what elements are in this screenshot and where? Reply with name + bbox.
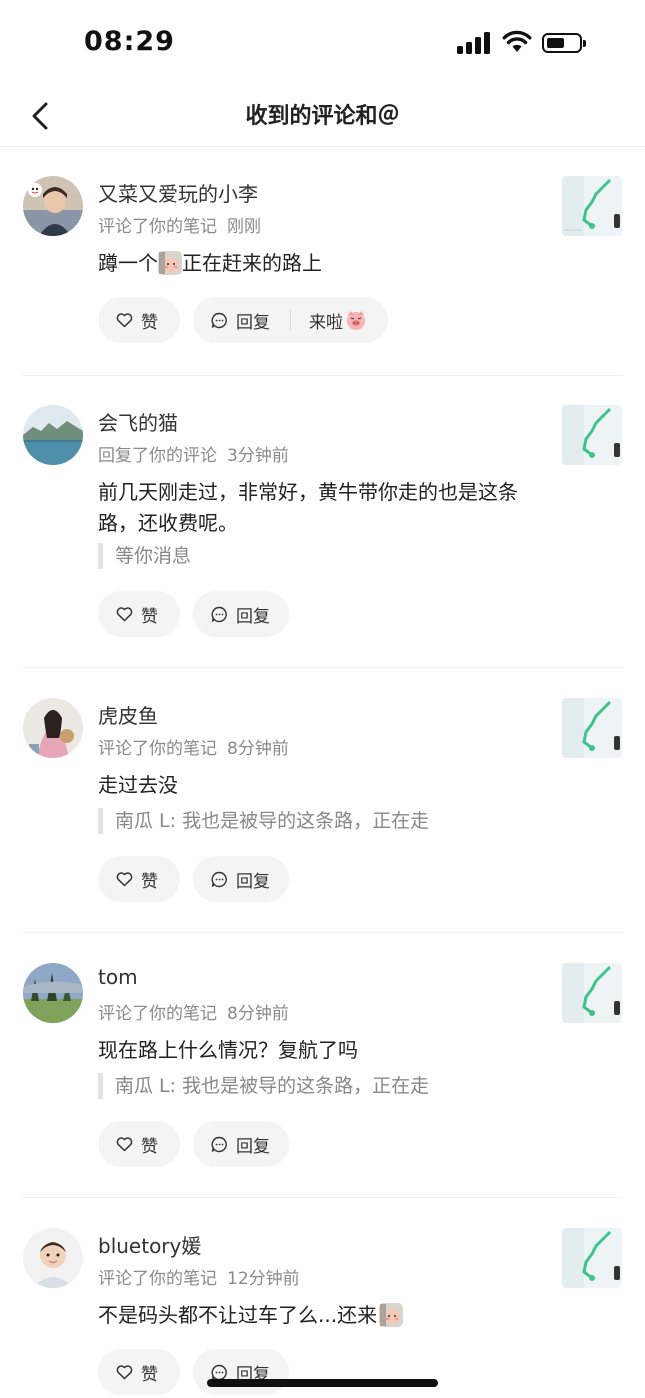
like-label: 赞 [141,606,158,627]
divider [23,667,623,668]
wifi-icon [502,30,532,52]
comment-item[interactable]: 又菜又爱玩的小李 评论了你的笔记 刚刚 蹲一个 正在赶来的路上 赞 回复 来啦 [0,176,645,376]
page-title: 收到的评论和＠ [245,104,400,129]
signal-icon [457,32,491,54]
username[interactable]: 又菜又爱玩的小李 [98,178,258,207]
comment-meta: 评论了你的笔记 12分钟前 [98,1264,300,1289]
comment-text-part: 蹲一个 [98,251,158,275]
quoted-comment: 等你消息 [98,543,191,569]
comment-bubble-icon [211,312,227,328]
username[interactable]: 会飞的猫 [98,407,178,436]
reply-label: 回复 [236,1136,270,1157]
like-button[interactable]: 赞 [98,1349,180,1395]
reply-label: 回复 [236,312,270,333]
comment-bubble-icon [211,871,227,887]
comment-text: 不是码头都不让过车了么...还来 [98,1300,538,1331]
comment-time: 刚刚 [227,217,261,237]
comment-text: 走过去没 [98,773,178,797]
heart-icon [116,1364,133,1379]
reply-button[interactable]: 回复 [193,1349,289,1395]
quoted-comment: 南瓜 L: 我也是被导的这条路，正在走 [98,1073,429,1099]
comment-meta: 评论了你的笔记 8分钟前 [98,999,289,1024]
comment-action: 评论了你的笔记 [98,739,217,759]
like-button[interactable]: 赞 [98,297,180,343]
comment-text-part: 正在赶来的路上 [182,251,322,275]
shy-face-emoji-icon [158,251,182,275]
comment-meta: 评论了你的笔记 8分钟前 [98,734,289,759]
avatar[interactable] [23,698,83,758]
comment-bubble-icon [211,606,227,622]
like-label: 赞 [141,1364,158,1385]
comment-item[interactable]: tom 评论了你的笔记 8分钟前 现在路上什么情况？复航了吗 南瓜 L: 我也是被… [0,963,645,1197]
username[interactable]: 虎皮鱼 [98,700,158,729]
divider [23,375,623,376]
avatar[interactable] [23,1228,83,1288]
like-label: 赞 [141,1136,158,1157]
comment-meta: 评论了你的笔记 刚刚 [98,212,261,237]
comment-action: 评论了你的笔记 [98,1004,217,1024]
comment-action: 评论了你的笔记 [98,1269,217,1289]
comment-bubble-icon [211,1364,227,1380]
comment-text-part: 不是码头都不让过车了么...还来 [98,1303,378,1327]
divider [23,1197,623,1198]
reply-button[interactable]: 回复 [193,856,289,902]
divider [290,310,291,330]
like-label: 赞 [141,312,158,333]
comment-item[interactable]: 会飞的猫 回复了你的评论 3分钟前 前几天刚走过，非常好，黄牛带你走的也是这条路，… [0,405,645,667]
avatar[interactable] [23,963,83,1023]
like-button[interactable]: 赞 [98,1121,180,1167]
comment-time: 8分钟前 [227,1004,289,1024]
avatar[interactable] [23,176,83,236]
note-thumbnail[interactable] [562,176,622,236]
comment-time: 12分钟前 [227,1269,300,1289]
comment-text: 现在路上什么情况？复航了吗 [98,1038,358,1062]
reply-button[interactable]: 回复 [193,1121,289,1167]
comment-item[interactable]: 虎皮鱼 评论了你的笔记 8分钟前 走过去没 南瓜 L: 我也是被导的这条路，正在走… [0,698,645,932]
reply-button[interactable]: 回复 [211,308,270,333]
reply-button-group: 回复 来啦 [193,297,388,343]
comment-bubble-icon [211,1136,227,1152]
note-thumbnail[interactable] [562,698,622,758]
battery-icon [542,33,586,53]
comment-time: 8分钟前 [227,739,289,759]
quick-reply-label: 来啦 [309,312,343,333]
like-button[interactable]: 赞 [98,591,180,637]
home-indicator[interactable] [207,1379,438,1387]
status-bar: 08:29 [0,0,645,86]
note-thumbnail[interactable] [562,405,622,465]
nav-bar: 收到的评论和＠ [0,86,645,147]
reply-label: 回复 [236,606,270,627]
comment-time: 3分钟前 [227,446,289,466]
comment-text: 蹲一个 正在赶来的路上 [98,248,538,279]
username[interactable]: tom [98,965,138,989]
pig-face-emoji-icon [347,311,365,330]
comment-text: 前几天刚走过，非常好，黄牛带你走的也是这条路，还收费呢。 [98,480,518,535]
heart-icon [116,312,133,327]
shy-face-emoji-icon [379,1303,404,1327]
heart-icon [116,606,133,621]
like-label: 赞 [141,871,158,892]
comment-item[interactable]: bluetory媛 评论了你的笔记 12分钟前 不是码头都不让过车了么...还来 … [0,1228,645,1398]
heart-icon [116,1136,133,1151]
reply-label: 回复 [236,871,270,892]
note-thumbnail[interactable] [562,963,622,1023]
reply-button[interactable]: 回复 [193,591,289,637]
quick-reply-button[interactable]: 来啦 [309,308,367,333]
username[interactable]: bluetory媛 [98,1230,201,1259]
note-thumbnail[interactable] [562,1228,622,1288]
divider [23,932,623,933]
comment-meta: 回复了你的评论 3分钟前 [98,441,289,466]
comment-action: 评论了你的笔记 [98,217,217,237]
heart-icon [116,871,133,886]
avatar[interactable] [23,405,83,465]
status-time: 08:29 [84,26,175,57]
quoted-comment: 南瓜 L: 我也是被导的这条路，正在走 [98,808,429,834]
comment-action: 回复了你的评论 [98,446,217,466]
like-button[interactable]: 赞 [98,856,180,902]
